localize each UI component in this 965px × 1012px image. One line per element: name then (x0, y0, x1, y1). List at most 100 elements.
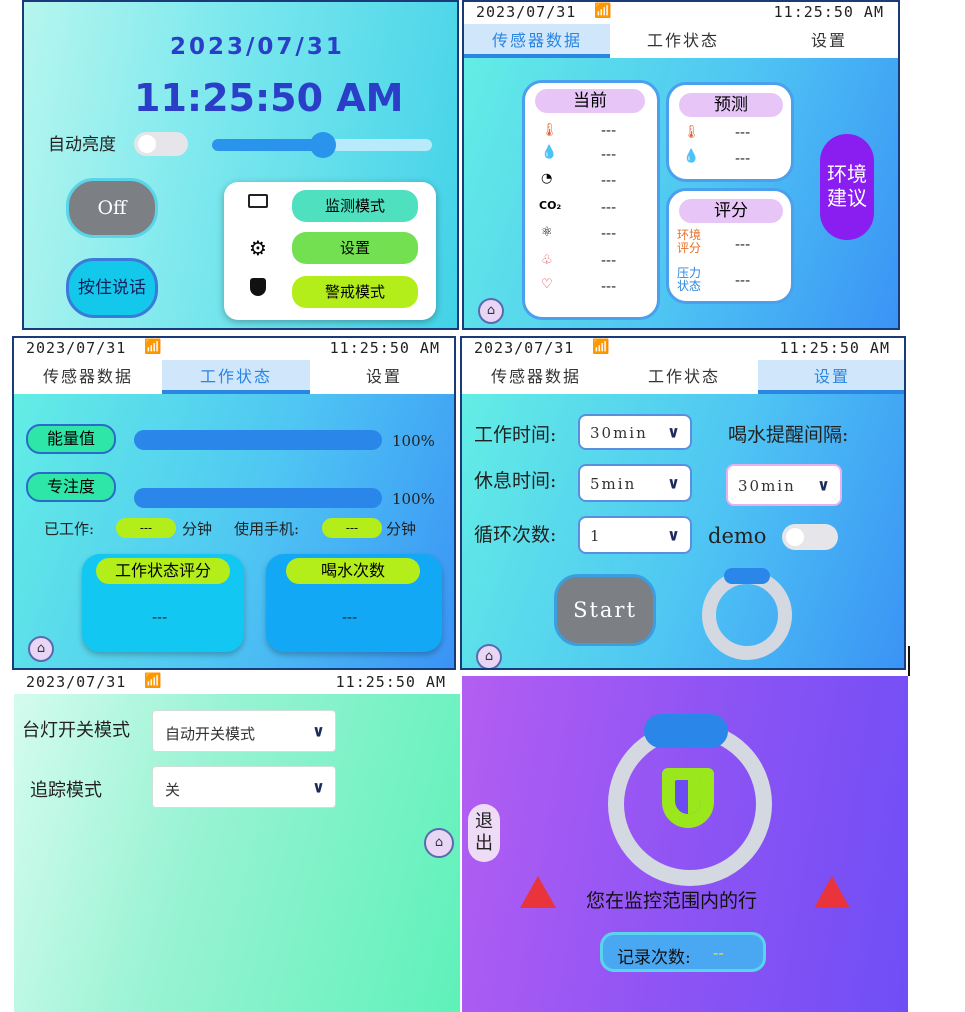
drink-count-value: --- (342, 610, 358, 626)
tab-bar: 传感器数据 工作状态 设置 (462, 360, 904, 394)
forecast-temp-value: --- (735, 125, 751, 141)
home-button[interactable]: ⌂ (478, 298, 504, 324)
forecast-thermometer-icon: 🌡 (683, 125, 700, 140)
chevron-down-icon: ∨ (312, 721, 325, 741)
lamp-mode-label: 台灯开关模式 (22, 720, 130, 741)
record-count-label: 记录次数: (617, 948, 691, 968)
lungs-icon: ♧ (541, 253, 553, 268)
chevron-down-icon: ∨ (667, 525, 680, 545)
home-button[interactable]: ⌂ (424, 828, 454, 858)
status-date: 2023/07/31 (26, 673, 127, 691)
status-date: 2023/07/31 (26, 339, 127, 357)
tab-sensor-data[interactable]: 传感器数据 (464, 24, 610, 58)
env-score-label: 环境评分 (677, 228, 702, 255)
status-bar: 2023/07/31 📶 11:25:50 AM (14, 672, 460, 694)
track-mode-label: 追踪模式 (30, 780, 102, 801)
phone-minutes-label: 分钟 (386, 520, 417, 538)
monitor-mode-button[interactable]: 监测模式 (292, 190, 418, 222)
forecast-humidity-value: --- (735, 151, 751, 167)
status-bar: 2023/07/31 📶 11:25:50 AM (14, 338, 454, 360)
sensor-data-screen: 2023/07/31 📶 11:25:50 AM 传感器数据 工作状态 设置 当… (462, 0, 900, 330)
tab-sensor-data[interactable]: 传感器数据 (462, 360, 610, 394)
co2-icon: CO₂ (539, 199, 562, 212)
energy-label: 能量值 (26, 424, 116, 454)
voc-value: --- (601, 226, 617, 242)
status-time: 11:25:50 AM (779, 339, 890, 357)
drink-interval-dropdown[interactable]: 30min ∨ (726, 464, 842, 506)
wifi-icon: 📶 (144, 339, 163, 355)
rest-time-label: 休息时间: (474, 470, 557, 492)
temperature-value: --- (601, 123, 617, 139)
work-time-dropdown[interactable]: 30min ∨ (578, 414, 692, 450)
track-mode-dropdown[interactable]: 关 ∨ (152, 766, 336, 808)
wifi-icon: 📶 (594, 3, 613, 19)
brightness-slider[interactable] (212, 132, 432, 158)
gear-icon: ⚙ (249, 236, 267, 260)
pressure-value: --- (601, 173, 617, 189)
toggle-knob (786, 528, 804, 546)
chevron-down-icon: ∨ (312, 777, 325, 797)
drink-interval-value: 30min (738, 477, 796, 495)
hold-to-talk-button[interactable]: 按住说话 (66, 258, 158, 318)
monitor-icon (248, 194, 268, 208)
start-button[interactable]: Start (554, 574, 656, 646)
tab-settings[interactable]: 设置 (756, 24, 898, 58)
shield-inner (675, 780, 701, 814)
env-score-value: --- (735, 237, 751, 253)
rest-time-dropdown[interactable]: 5min ∨ (578, 464, 692, 502)
tab-sensor-data[interactable]: 传感器数据 (14, 360, 162, 394)
worked-minutes-label: 分钟 (182, 520, 213, 538)
humidity-icon: 💧 (541, 145, 558, 160)
status-time: 11:25:50 AM (773, 3, 884, 21)
energy-bar (134, 430, 382, 450)
chevron-down-icon: ∨ (667, 473, 680, 493)
auto-brightness-toggle[interactable] (134, 132, 188, 156)
chevron-down-icon: ∨ (817, 475, 830, 495)
tab-work-status[interactable]: 工作状态 (610, 24, 756, 58)
lamp-mode-dropdown[interactable]: 自动开关模式 ∨ (152, 710, 336, 752)
exit-button[interactable]: 退出 (468, 804, 500, 862)
mode-card: 监测模式 ⚙ 设置 警戒模式 (224, 182, 436, 320)
demo-toggle[interactable] (782, 524, 838, 550)
settings-button[interactable]: 设置 (292, 232, 418, 264)
home-button[interactable]: ⌂ (28, 636, 54, 662)
home-button[interactable]: ⌂ (476, 644, 502, 668)
worked-value: --- (116, 518, 176, 538)
auto-brightness-label: 自动亮度 (48, 135, 116, 155)
work-time-label: 工作时间: (474, 424, 557, 446)
status-bar: 2023/07/31 📶 11:25:50 AM (464, 2, 898, 24)
cycles-value: 1 (590, 527, 600, 545)
settings-screen: 2023/07/31 📶 11:25:50 AM 传感器数据 工作状态 设置 工… (460, 336, 906, 670)
status-date: 2023/07/31 (474, 339, 575, 357)
worked-label: 已工作: (44, 520, 95, 538)
wifi-icon: 📶 (144, 673, 163, 689)
tab-work-status[interactable]: 工作状态 (610, 360, 758, 394)
tab-settings[interactable]: 设置 (758, 360, 904, 394)
warning-icon-right (814, 876, 850, 908)
slider-handle[interactable] (310, 132, 336, 158)
focus-bar (134, 488, 382, 508)
tab-work-status[interactable]: 工作状态 (162, 360, 310, 394)
tab-bar: 传感器数据 工作状态 设置 (14, 360, 454, 394)
forecast-humidity-icon: 💧 (683, 149, 700, 164)
molecule-icon: ⚛ (541, 225, 553, 240)
gauge-icon: ◔ (541, 171, 553, 186)
chevron-down-icon: ∨ (667, 422, 680, 442)
alert-mode-screen: 退出 您在监控范围内的行 记录次数: -- (462, 676, 908, 1012)
alert-mode-button[interactable]: 警戒模式 (292, 276, 418, 308)
status-date: 2023/07/31 (476, 3, 577, 21)
forecast-title: 预测 (679, 93, 783, 117)
slider-fill (212, 139, 322, 151)
heartbeat-icon: ♡ (541, 277, 553, 292)
home-date: 2023/07/31 (170, 34, 345, 60)
rest-time-value: 5min (590, 475, 637, 493)
focus-percent: 100% (392, 490, 435, 508)
stress-label: 压力状态 (677, 266, 702, 293)
cycles-dropdown[interactable]: 1 ∨ (578, 516, 692, 554)
cycles-label: 循环次数: (474, 524, 557, 546)
off-button[interactable]: Off (66, 178, 158, 238)
warning-text: 您在监控范围内的行 (586, 890, 758, 912)
shield-half (688, 780, 701, 814)
environment-advice-button[interactable]: 环境建议 (820, 134, 874, 240)
tab-settings[interactable]: 设置 (310, 360, 454, 394)
